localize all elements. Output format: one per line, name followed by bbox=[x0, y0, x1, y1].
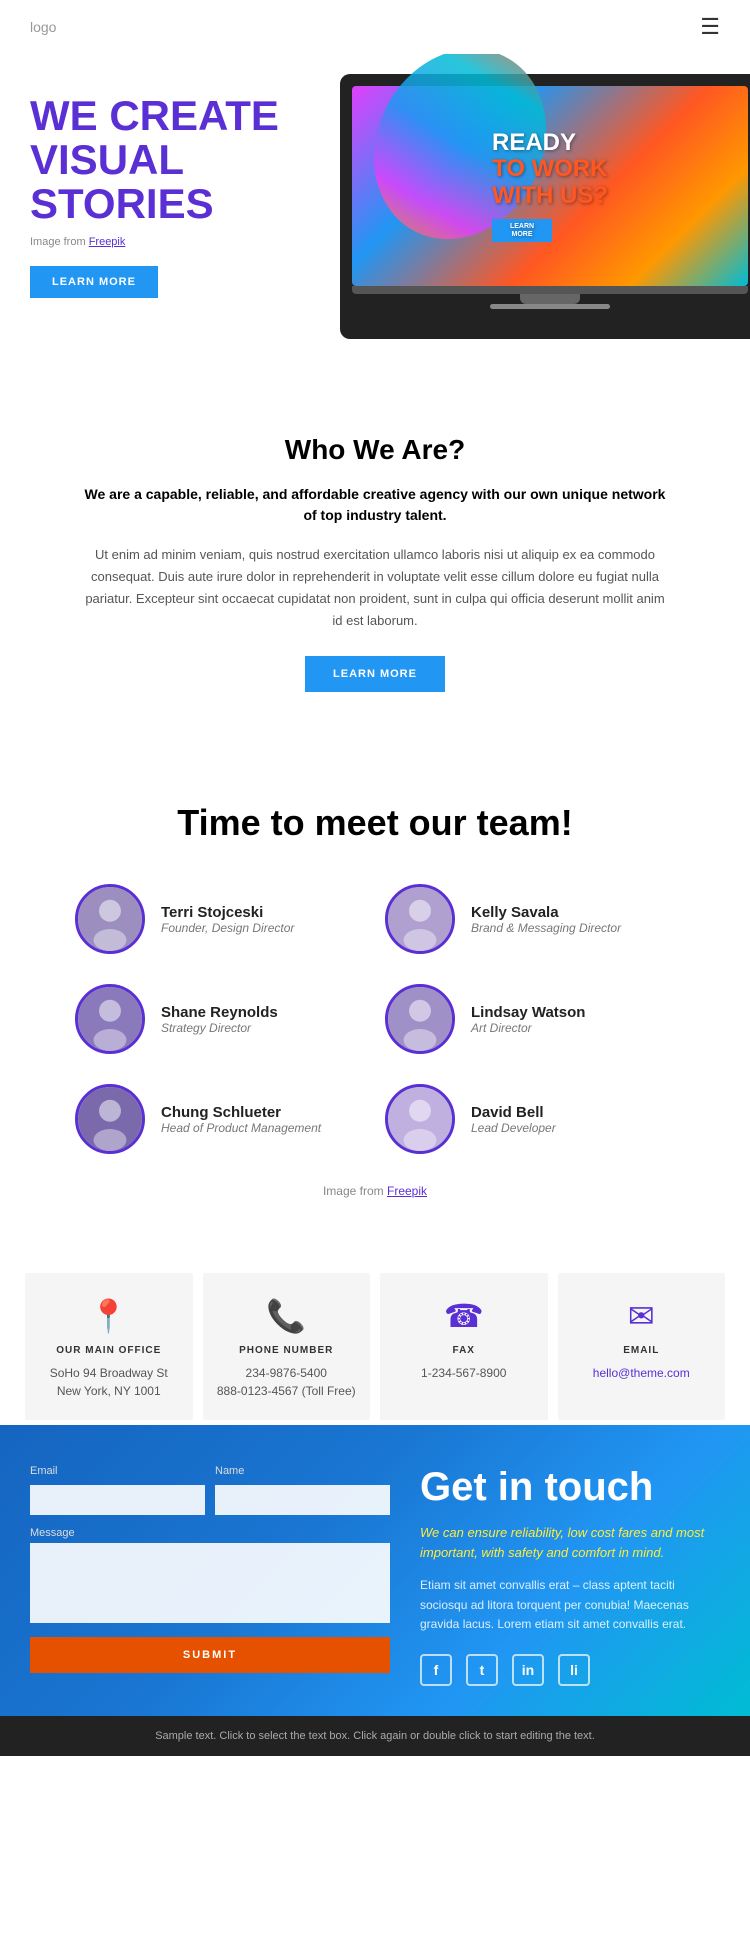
team-avatar bbox=[385, 1084, 455, 1154]
form-inputs-row bbox=[30, 1485, 390, 1515]
social-icons: ftinli bbox=[420, 1654, 720, 1686]
team-avatar bbox=[385, 984, 455, 1054]
member-name: Lindsay Watson bbox=[471, 1004, 585, 1021]
team-member: David Bell Lead Developer bbox=[385, 1084, 675, 1154]
member-role: Founder, Design Director bbox=[161, 921, 294, 935]
team-member: Lindsay Watson Art Director bbox=[385, 984, 675, 1054]
team-info: Terri Stojceski Founder, Design Director bbox=[161, 904, 294, 935]
contact-cards: 📍 OUR MAIN OFFICE SoHo 94 Broadway StNew… bbox=[0, 1268, 750, 1425]
contact-card: ✉ EMAIL hello@theme.com bbox=[558, 1273, 726, 1420]
laptop-screen-text: READY TO WORK WITH US? LEARN MORE bbox=[482, 120, 618, 253]
hero-learn-more-button[interactable]: LEARN MORE bbox=[30, 266, 158, 298]
member-name: Shane Reynolds bbox=[161, 1004, 278, 1021]
team-info: David Bell Lead Developer bbox=[471, 1104, 556, 1135]
team-grid: Terri Stojceski Founder, Design Director… bbox=[75, 884, 675, 1154]
email-input[interactable] bbox=[30, 1485, 205, 1515]
get-in-touch-title: Get in touch bbox=[420, 1465, 720, 1509]
who-learn-more-button[interactable]: LEARN MORE bbox=[305, 656, 445, 692]
member-role: Brand & Messaging Director bbox=[471, 921, 621, 935]
team-section: Time to meet our team! Terri Stojceski F… bbox=[0, 752, 750, 1228]
team-title: Time to meet our team! bbox=[30, 802, 720, 844]
contact-card-value: hello@theme.com bbox=[572, 1364, 712, 1382]
name-label: Name bbox=[215, 1465, 390, 1477]
laptop-foot bbox=[490, 304, 610, 309]
logo: logo bbox=[30, 19, 56, 35]
team-member: Shane Reynolds Strategy Director bbox=[75, 984, 365, 1054]
contact-info: Get in touch We can ensure reliability, … bbox=[420, 1465, 720, 1686]
email-link[interactable]: hello@theme.com bbox=[593, 1366, 690, 1380]
team-member: Terri Stojceski Founder, Design Director bbox=[75, 884, 365, 954]
team-member: Kelly Savala Brand & Messaging Director bbox=[385, 884, 675, 954]
contact-card-label: FAX bbox=[394, 1345, 534, 1356]
hero-section: WE CREATE VISUAL STORIES Image from Free… bbox=[0, 54, 750, 374]
contact-card-icon: 📞 bbox=[217, 1297, 357, 1335]
who-body: Ut enim ad minim veniam, quis nostrud ex… bbox=[80, 544, 670, 632]
instagram-icon[interactable]: in bbox=[512, 1654, 544, 1686]
member-name: David Bell bbox=[471, 1104, 556, 1121]
team-avatar bbox=[75, 984, 145, 1054]
contact-card-value: SoHo 94 Broadway StNew York, NY 1001 bbox=[39, 1364, 179, 1400]
get-in-touch-body: Etiam sit amet convallis erat – class ap… bbox=[420, 1576, 720, 1634]
linkedin-icon[interactable]: li bbox=[558, 1654, 590, 1686]
contact-card-icon: 📍 bbox=[39, 1297, 179, 1335]
contact-form: Email Name Message SUBMIT bbox=[30, 1465, 390, 1686]
team-image-credit: Image from Freepik bbox=[30, 1184, 720, 1198]
contact-card-value: 234-9876-5400888-0123-4567 (Toll Free) bbox=[217, 1364, 357, 1400]
contact-card: ☎ FAX 1-234-567-8900 bbox=[380, 1273, 548, 1420]
contact-card-icon: ✉ bbox=[572, 1297, 712, 1335]
laptop-base bbox=[352, 286, 748, 294]
bottom-bar-text: Sample text. Click to select the text bo… bbox=[155, 1730, 595, 1742]
member-name: Kelly Savala bbox=[471, 904, 621, 921]
team-freepik-link[interactable]: Freepik bbox=[387, 1184, 427, 1198]
message-textarea[interactable] bbox=[30, 1543, 390, 1623]
navbar: logo ☰ bbox=[0, 0, 750, 54]
message-label: Message bbox=[30, 1527, 390, 1539]
contact-card-value: 1-234-567-8900 bbox=[394, 1364, 534, 1382]
contact-card-label: EMAIL bbox=[572, 1345, 712, 1356]
freepik-link[interactable]: Freepik bbox=[89, 236, 126, 248]
submit-button[interactable]: SUBMIT bbox=[30, 1637, 390, 1673]
contact-card: 📍 OUR MAIN OFFICE SoHo 94 Broadway StNew… bbox=[25, 1273, 193, 1420]
laptop-cta-button: LEARN MORE bbox=[492, 219, 552, 242]
form-labels-row: Email Name bbox=[30, 1465, 390, 1481]
get-in-touch-subtitle: We can ensure reliability, low cost fare… bbox=[420, 1523, 720, 1562]
hero-text-block: WE CREATE VISUAL STORIES Image from Free… bbox=[30, 94, 290, 298]
member-role: Head of Product Management bbox=[161, 1121, 321, 1135]
team-avatar bbox=[385, 884, 455, 954]
who-title: Who We Are? bbox=[80, 434, 670, 466]
member-name: Chung Schlueter bbox=[161, 1104, 321, 1121]
member-name: Terri Stojceski bbox=[161, 904, 294, 921]
team-info: Chung Schlueter Head of Product Manageme… bbox=[161, 1104, 321, 1135]
twitter-icon[interactable]: t bbox=[466, 1654, 498, 1686]
contact-card-icon: ☎ bbox=[394, 1297, 534, 1335]
team-member: Chung Schlueter Head of Product Manageme… bbox=[75, 1084, 365, 1154]
hero-image-credit: Image from Freepik bbox=[30, 236, 290, 248]
facebook-icon[interactable]: f bbox=[420, 1654, 452, 1686]
team-info: Shane Reynolds Strategy Director bbox=[161, 1004, 278, 1035]
contact-card: 📞 PHONE NUMBER 234-9876-5400888-0123-456… bbox=[203, 1273, 371, 1420]
member-role: Lead Developer bbox=[471, 1121, 556, 1135]
contact-card-label: PHONE NUMBER bbox=[217, 1345, 357, 1356]
hamburger-menu-icon[interactable]: ☰ bbox=[700, 14, 720, 40]
member-role: Strategy Director bbox=[161, 1021, 278, 1035]
team-info: Kelly Savala Brand & Messaging Director bbox=[471, 904, 621, 935]
team-info: Lindsay Watson Art Director bbox=[471, 1004, 585, 1035]
bottom-bar: Sample text. Click to select the text bo… bbox=[0, 1716, 750, 1756]
contact-card-label: OUR MAIN OFFICE bbox=[39, 1345, 179, 1356]
team-avatar bbox=[75, 884, 145, 954]
name-input[interactable] bbox=[215, 1485, 390, 1515]
member-role: Art Director bbox=[471, 1021, 585, 1035]
team-avatar bbox=[75, 1084, 145, 1154]
hero-title: WE CREATE VISUAL STORIES bbox=[30, 94, 290, 226]
laptop-stand bbox=[520, 294, 580, 304]
who-we-are-section: Who We Are? We are a capable, reliable, … bbox=[0, 374, 750, 752]
email-label: Email bbox=[30, 1465, 205, 1477]
get-in-touch-section: Email Name Message SUBMIT Get in touch W… bbox=[0, 1425, 750, 1716]
who-subtitle: We are a capable, reliable, and affordab… bbox=[80, 484, 670, 526]
